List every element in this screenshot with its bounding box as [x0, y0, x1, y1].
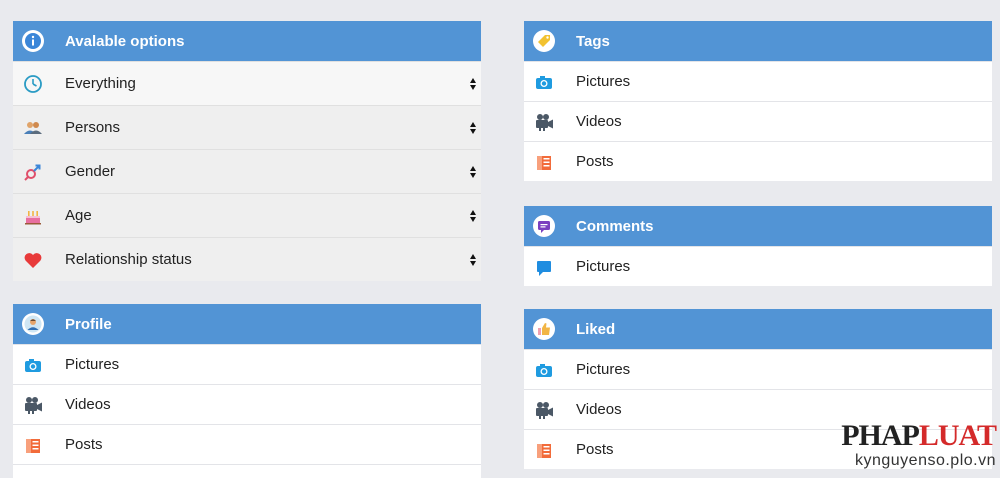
tags-panel: Tags Pictures Videos Posts: [524, 21, 992, 181]
comments-pictures-item[interactable]: Pictures: [524, 246, 992, 286]
option-relationship-select[interactable]: Relationship status: [13, 237, 481, 281]
option-label: Everything: [65, 75, 136, 92]
comments-title: Comments: [576, 217, 654, 235]
thumbs-up-icon: [533, 318, 555, 340]
video-camera-icon: [533, 399, 555, 421]
posts-icon: [533, 151, 555, 173]
select-arrows-icon: [470, 77, 476, 90]
available-options-header: Avalable options: [13, 21, 481, 61]
tags-posts-item[interactable]: Posts: [524, 141, 992, 181]
posts-icon: [22, 434, 44, 456]
watermark-logo: PHAPLUAT: [841, 419, 997, 452]
option-label: Age: [65, 207, 92, 224]
watermark: PHAPLUAT kynguyenso.plo.vn: [841, 419, 997, 470]
select-arrows-icon: [470, 253, 476, 266]
available-options-title: Avalable options: [65, 32, 185, 50]
available-options-panel: Avalable options Everything Persons Gend…: [13, 21, 481, 281]
option-gender-select[interactable]: Gender: [13, 149, 481, 193]
liked-title: Liked: [576, 320, 616, 338]
option-label: Persons: [65, 119, 121, 136]
select-arrows-icon: [470, 209, 476, 222]
speech-bubble-icon: [533, 256, 555, 278]
profile-pictures-item[interactable]: Pictures: [13, 344, 481, 384]
liked-pictures-item[interactable]: Pictures: [524, 349, 992, 389]
watermark-logo-part1: PHAP: [841, 419, 920, 452]
video-camera-icon: [22, 394, 44, 416]
profile-videos-item[interactable]: Videos: [13, 384, 481, 424]
profile-list-continuation: [13, 464, 481, 478]
watermark-url: kynguyenso.plo.vn: [854, 452, 996, 469]
item-label: Posts: [65, 436, 103, 453]
user-icon: [22, 313, 44, 335]
watermark-logo-part2: LUAT: [918, 419, 997, 452]
clock-icon: [22, 73, 44, 95]
profile-posts-item[interactable]: Posts: [13, 424, 481, 464]
camera-icon: [533, 71, 555, 93]
item-label: Posts: [576, 441, 614, 458]
tags-videos-item[interactable]: Videos: [524, 101, 992, 141]
profile-title: Profile: [65, 315, 112, 333]
option-everything-select[interactable]: Everything: [13, 61, 481, 105]
comment-icon: [533, 215, 555, 237]
item-label: Videos: [576, 401, 622, 418]
tags-header: Tags: [524, 21, 992, 61]
item-label: Pictures: [576, 258, 631, 275]
video-camera-icon: [533, 111, 555, 133]
info-icon: [22, 30, 44, 52]
option-persons-select[interactable]: Persons: [13, 105, 481, 149]
item-label: Posts: [576, 153, 614, 170]
item-label: Pictures: [576, 361, 631, 378]
option-age-select[interactable]: Age: [13, 193, 481, 237]
comments-header: Comments: [524, 206, 992, 246]
item-label: Pictures: [576, 73, 631, 90]
posts-icon: [533, 439, 555, 461]
tags-title: Tags: [576, 32, 610, 50]
item-label: Videos: [576, 113, 622, 130]
option-label: Relationship status: [65, 251, 192, 268]
select-arrows-icon: [470, 121, 476, 134]
heart-icon: [22, 249, 44, 271]
camera-icon: [22, 354, 44, 376]
cake-icon: [22, 205, 44, 227]
select-arrows-icon: [470, 165, 476, 178]
camera-icon: [533, 359, 555, 381]
gender-icon: [22, 161, 44, 183]
liked-header: Liked: [524, 309, 992, 349]
profile-panel: Profile Pictures Videos Posts: [13, 304, 481, 478]
comments-panel: Comments Pictures: [524, 206, 992, 286]
tags-pictures-item[interactable]: Pictures: [524, 61, 992, 101]
item-label: Pictures: [65, 356, 120, 373]
persons-icon: [22, 117, 44, 139]
tag-icon: [533, 30, 555, 52]
option-label: Gender: [65, 163, 116, 180]
item-label: Videos: [65, 396, 111, 413]
profile-header: Profile: [13, 304, 481, 344]
